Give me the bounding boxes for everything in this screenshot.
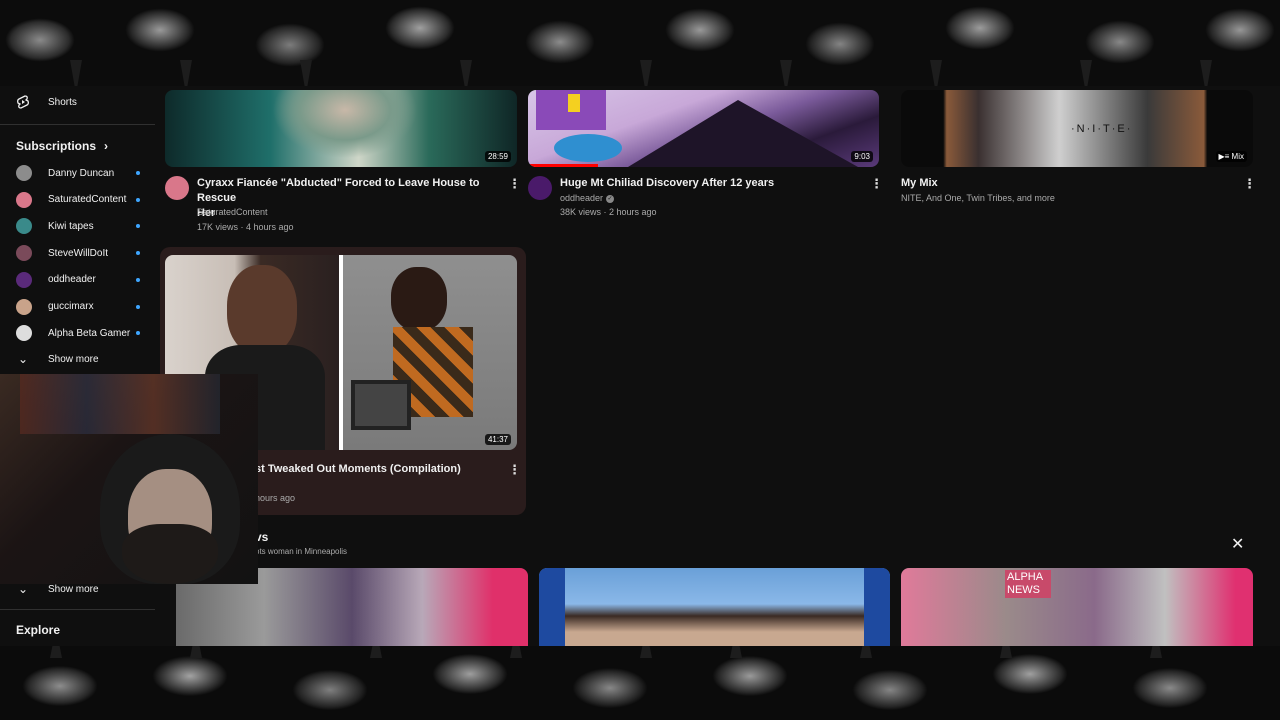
divider: [0, 609, 155, 610]
avatar: [16, 191, 32, 208]
playlist-icon: ▶≡: [1218, 152, 1232, 161]
mix-thumbnail[interactable]: ·N·I·T·E· ▶≡ Mix: [901, 90, 1253, 167]
show-more-label: Show more: [48, 353, 99, 365]
video-thumbnail[interactable]: 9:03: [528, 90, 879, 167]
chevron-right-icon: ›: [104, 139, 109, 153]
subscription-item[interactable]: SteveWillDoIt: [16, 245, 140, 262]
new-content-dot: [136, 224, 140, 229]
subscription-item[interactable]: guccimarx: [16, 298, 140, 315]
more-options-icon[interactable]: ⋮: [508, 462, 521, 478]
subscription-label: Danny Duncan: [48, 167, 115, 179]
streamer-beard: [122, 524, 218, 584]
avatar: [16, 245, 32, 262]
more-options-icon[interactable]: ⋮: [870, 176, 883, 192]
avatar: [16, 218, 32, 235]
subscription-item[interactable]: oddheader: [16, 271, 140, 288]
news-thumbnail[interactable]: ALPHA NEWS: [901, 568, 1253, 648]
subscription-label: oddheader: [48, 274, 96, 286]
mix-badge: ▶≡ Mix: [1215, 151, 1247, 162]
explore-heading: Explore: [16, 623, 60, 637]
avatar: [16, 298, 32, 315]
show-more-button[interactable]: ⌄ Show more: [16, 352, 99, 366]
sidebar-item-label: Shorts: [48, 96, 77, 108]
subscriptions-heading[interactable]: Subscriptions ›: [16, 139, 108, 153]
verified-icon: ✓: [606, 194, 615, 203]
thumbnail-right-image: [343, 255, 517, 450]
subscription-label: guccimarx: [48, 301, 94, 312]
new-content-dot: [136, 331, 140, 336]
video-meta: hours ago: [255, 493, 296, 503]
thumbnail-art: [528, 90, 858, 167]
new-content-dot: [136, 171, 140, 175]
channel-name[interactable]: SaturatedContent: [197, 207, 268, 217]
subscription-label: Alpha Beta Gamer: [48, 327, 131, 339]
duration-badge: 28:59: [484, 151, 511, 162]
show-more-button-2[interactable]: ⌄ Show more: [16, 582, 99, 596]
new-content-dot: [136, 277, 140, 282]
show-more-label: Show more: [48, 583, 99, 595]
shelf-subtitle: ots woman in Minneapolis: [255, 547, 348, 556]
video-meta: 38K views · 2 hours ago: [560, 207, 657, 217]
subscription-label: SaturatedContent: [48, 194, 127, 206]
mix-badge-label: Mix: [1231, 152, 1244, 161]
video-title[interactable]: Huge Mt Chiliad Discovery After 12 years: [560, 176, 860, 191]
avatar: [16, 325, 32, 342]
subscriptions-label: Subscriptions: [16, 139, 97, 153]
avatar: [16, 165, 32, 181]
avatar[interactable]: [528, 176, 552, 200]
subscription-label: Kiwi tapes: [48, 220, 94, 232]
subscription-item[interactable]: Danny Duncan: [16, 165, 140, 181]
subscription-item[interactable]: Kiwi tapes: [16, 218, 140, 235]
alpha-news-logo: ALPHA NEWS: [1005, 570, 1051, 598]
new-content-dot: [136, 251, 140, 256]
video-title[interactable]: My Mix: [901, 176, 938, 191]
more-options-icon[interactable]: ⋮: [508, 176, 521, 192]
subscription-item[interactable]: SaturatedContent: [16, 191, 140, 208]
duration-badge: 41:37: [484, 434, 511, 445]
sidebar-item-shorts[interactable]: Shorts: [16, 95, 77, 109]
webcam-overlay: [0, 374, 258, 584]
sidebar: Shorts Subscriptions › Danny Duncan Satur…: [0, 0, 160, 720]
chevron-down-icon: ⌄: [17, 582, 29, 596]
video-meta: 17K views · 4 hours ago: [197, 222, 294, 232]
thumbnail-text: ·N·I·T·E·: [1071, 123, 1133, 135]
video-title-line-1: Cyraxx Fiancée "Abducted" Forced to Leav…: [197, 177, 480, 204]
explore-label: Explore: [16, 623, 61, 637]
channel-name[interactable]: oddheader ✓: [560, 193, 615, 203]
new-content-dot: [136, 197, 140, 202]
duration-badge: 9:03: [851, 151, 873, 162]
mix-artists: NITE, And One, Twin Tribes, and more: [901, 193, 1055, 203]
more-options-icon[interactable]: ⋮: [1243, 176, 1256, 192]
divider: [0, 124, 155, 125]
news-thumbnail[interactable]: [539, 568, 890, 648]
chain-overlay-bottom: [0, 646, 1280, 720]
avatar: [16, 271, 32, 288]
new-content-dot: [136, 304, 140, 309]
subscription-item[interactable]: Alpha Beta Gamer: [16, 325, 140, 342]
channel-label: oddheader: [560, 193, 604, 203]
subscription-label: SteveWillDoIt: [48, 247, 109, 259]
close-icon[interactable]: ✕: [1231, 534, 1244, 554]
avatar[interactable]: [165, 176, 189, 200]
video-title[interactable]: st Tweaked Out Moments (Compilation): [255, 462, 461, 477]
chevron-down-icon: ⌄: [17, 352, 29, 366]
background-shelf: [20, 374, 220, 434]
shorts-icon: [16, 95, 30, 109]
chain-overlay-top: [0, 0, 1280, 86]
video-thumbnail[interactable]: 28:59: [165, 90, 517, 167]
